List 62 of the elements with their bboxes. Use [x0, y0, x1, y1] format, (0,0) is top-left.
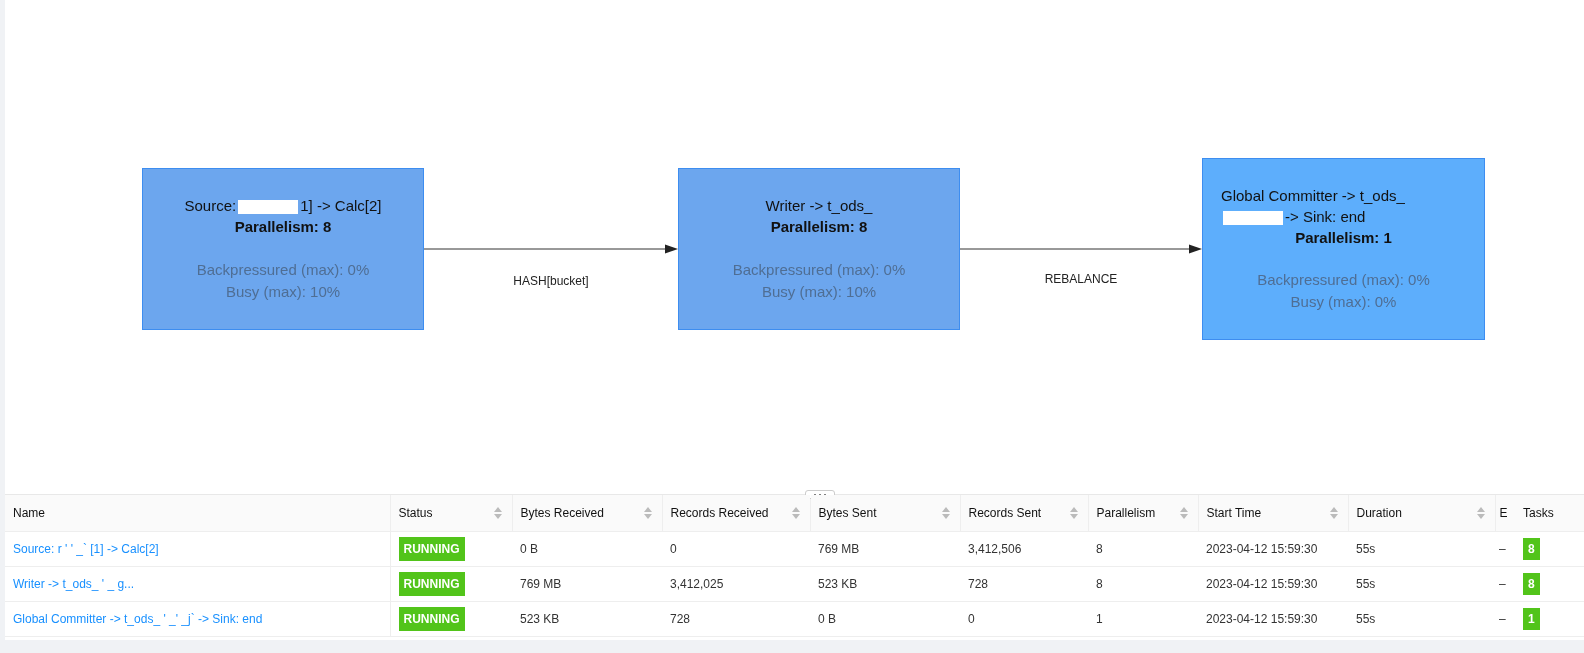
table-cell: 55s	[1356, 576, 1376, 591]
table-cell: 0 B	[520, 541, 538, 556]
table-cell: 769 MB	[818, 541, 860, 556]
parallelism-label: Parallelism: 8	[234, 217, 332, 238]
table-cell: 0	[968, 611, 975, 626]
table-cell: 1	[1096, 611, 1103, 626]
task-count-badge: 1	[1523, 607, 1540, 630]
table-cell: 0 B	[818, 611, 836, 626]
column-header[interactable]: Start Time	[1206, 505, 1262, 520]
operator-node[interactable]: Source: 1] -> Calc[2] Parallelism: 8 Backpressured (max): 0% Busy (max): 10%	[142, 168, 424, 330]
table-cell: –	[1499, 611, 1506, 626]
table-cell: 8	[1096, 576, 1103, 591]
table-cell: –	[1499, 541, 1506, 556]
column-header[interactable]: Bytes Sent	[818, 505, 877, 520]
table-cell: 3,412,025	[670, 576, 724, 591]
column-header: Tasks	[1523, 505, 1554, 520]
status-badge: RUNNING	[398, 606, 465, 631]
table-cell: 55s	[1356, 541, 1376, 556]
column-header: Name	[13, 505, 45, 520]
sort-icon[interactable]	[791, 507, 800, 519]
backpressure-metric: Backpressured (max): 0%	[732, 259, 906, 280]
table-cell: 2023-04-12 15:59:30	[1206, 611, 1318, 626]
table-cell: –	[1499, 576, 1506, 591]
backpressure-metric: Backpressured (max): 0%	[196, 259, 370, 280]
operator-node[interactable]: Writer -> t_ods_ Parallelism: 8 Backpressured (max): 0% Busy (max): 10%	[678, 168, 960, 330]
sort-icon[interactable]	[643, 507, 652, 519]
table-cell: 2023-04-12 15:59:30	[1206, 576, 1318, 591]
status-badge: RUNNING	[398, 571, 465, 596]
backpressure-metric: Backpressured (max): 0%	[1257, 270, 1430, 291]
table-cell: 523 KB	[818, 576, 858, 591]
column-header: E	[1499, 505, 1508, 520]
table-cell: 523 KB	[520, 611, 560, 626]
table-cell: 2023-04-12 15:59:30	[1206, 541, 1318, 556]
table-cell: 0	[670, 541, 677, 556]
busy-metric: Busy (max): 10%	[761, 281, 877, 302]
status-badge: RUNNING	[398, 536, 465, 561]
node-title: Writer -> t_ods_	[765, 196, 873, 217]
node-title: Source: 1] -> Calc[2]	[184, 196, 382, 217]
parallelism-label: Parallelism: 1	[1295, 227, 1392, 248]
edge-label: HASH[bucket]	[512, 273, 590, 290]
parallelism-label: Parallelism: 8	[770, 217, 868, 238]
sort-icon[interactable]	[941, 507, 950, 519]
sort-icon[interactable]	[1069, 507, 1078, 519]
table-cell: 728	[968, 576, 989, 591]
busy-metric: Busy (max): 0%	[1290, 292, 1397, 313]
sort-icon[interactable]	[493, 507, 502, 519]
task-count-badge: 8	[1523, 572, 1540, 595]
table-cell: 3,412,506	[968, 541, 1022, 556]
task-count-badge: 8	[1523, 537, 1540, 560]
operator-node[interactable]: Global Committer -> t_ods_ -> Sink: end Parallelism: 1 Backpressured (max): 0% Busy (max): 0%	[1202, 158, 1485, 340]
sort-icon[interactable]	[1179, 507, 1188, 519]
column-header[interactable]: Duration	[1356, 505, 1402, 520]
sort-icon[interactable]	[1329, 507, 1338, 519]
table-cell: 769 MB	[520, 576, 562, 591]
sort-icon[interactable]	[1476, 507, 1485, 519]
node-title: Global Committer -> t_ods_ -> Sink: end	[1221, 185, 1406, 227]
edge-label: REBALANCE	[1043, 271, 1119, 288]
table-cell: 55s	[1356, 611, 1376, 626]
table-cell: 728	[670, 611, 691, 626]
table-cell: 8	[1096, 541, 1103, 556]
busy-metric: Busy (max): 10%	[225, 281, 341, 302]
column-header[interactable]: Status	[398, 505, 433, 520]
